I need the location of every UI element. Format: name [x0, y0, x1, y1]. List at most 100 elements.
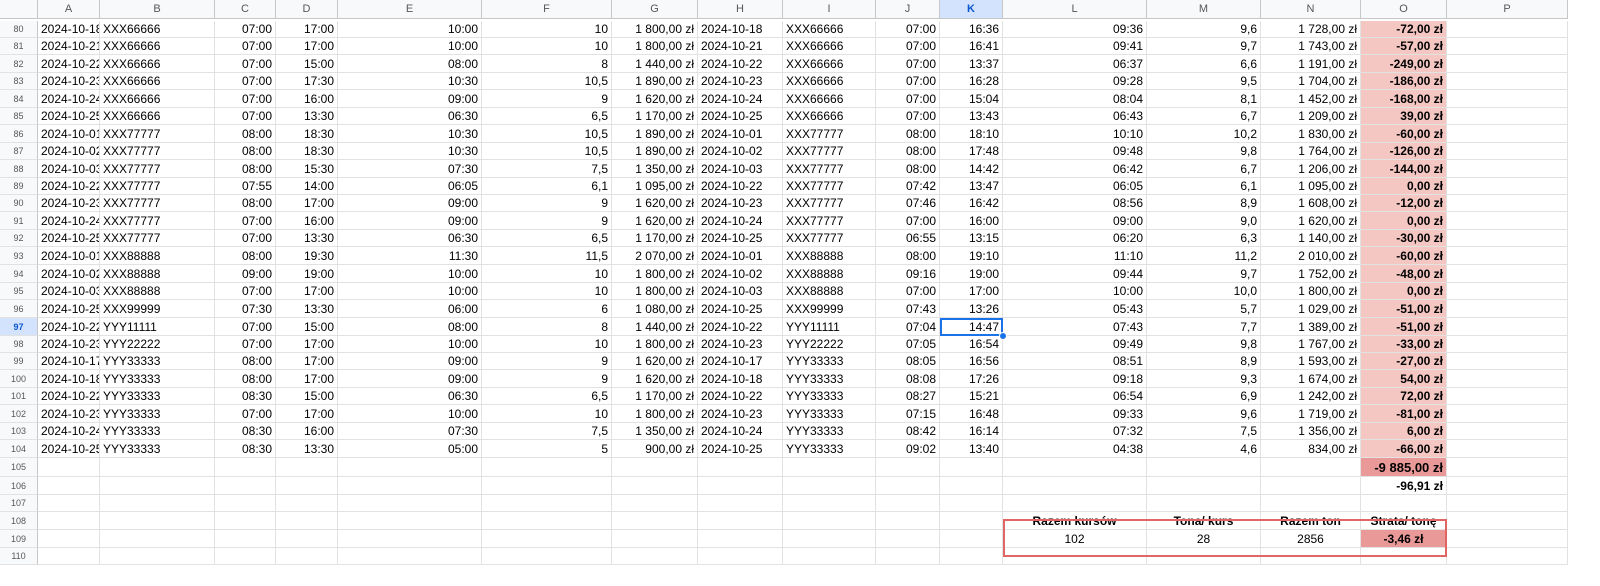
cell-d100[interactable]: 17:00 — [276, 370, 338, 388]
cell-e96[interactable]: 06:00 — [338, 300, 482, 318]
cell-a108[interactable] — [38, 512, 100, 530]
cell-k103[interactable]: 16:14 — [940, 423, 1003, 440]
row-header[interactable]: 98 — [0, 336, 38, 353]
cell-h80[interactable]: 2024-10-18 — [698, 21, 783, 38]
cell-i102[interactable]: YYY33333 — [783, 405, 876, 423]
cell-k86[interactable]: 18:10 — [940, 125, 1003, 143]
cell-k91[interactable]: 16:00 — [940, 212, 1003, 230]
row-header[interactable]: 104 — [0, 440, 38, 458]
cell-b105[interactable] — [100, 458, 215, 477]
cell-i108[interactable] — [783, 512, 876, 530]
cell-l92[interactable]: 06:20 — [1003, 230, 1147, 247]
column-header-p[interactable]: P — [1447, 0, 1568, 19]
cell-c82[interactable]: 07:00 — [215, 55, 276, 73]
cell-c88[interactable]: 08:00 — [215, 160, 276, 178]
cell-j105[interactable] — [876, 458, 940, 477]
cell-n89[interactable]: 1 095,00 zł — [1261, 178, 1361, 195]
row-header[interactable]: 102 — [0, 405, 38, 423]
cell-g108[interactable] — [612, 512, 698, 530]
cell-h108[interactable] — [698, 512, 783, 530]
cell-d101[interactable]: 15:00 — [276, 388, 338, 405]
cell-o96[interactable]: -51,00 zł — [1361, 300, 1447, 318]
row-header[interactable]: 107 — [0, 495, 38, 512]
row-header[interactable]: 110 — [0, 548, 38, 565]
cell-l99[interactable]: 08:51 — [1003, 353, 1147, 370]
cell-f88[interactable]: 7,5 — [482, 160, 612, 178]
cell-i82[interactable]: XXX66666 — [783, 55, 876, 73]
cell-d83[interactable]: 17:30 — [276, 73, 338, 90]
cell-i86[interactable]: XXX77777 — [783, 125, 876, 143]
cell-d109[interactable] — [276, 530, 338, 548]
cell-f90[interactable]: 9 — [482, 195, 612, 212]
cell-h97[interactable]: 2024-10-22 — [698, 318, 783, 336]
cell-m80[interactable]: 9,6 — [1147, 21, 1261, 38]
cell-e86[interactable]: 10:30 — [338, 125, 482, 143]
cell-o105[interactable]: -9 885,00 zł — [1361, 458, 1447, 477]
cell-p103[interactable] — [1447, 423, 1568, 440]
cell-i105[interactable] — [783, 458, 876, 477]
column-header-h[interactable]: H — [698, 0, 783, 19]
cell-g105[interactable] — [612, 458, 698, 477]
cell-b86[interactable]: XXX77777 — [100, 125, 215, 143]
cell-f94[interactable]: 10 — [482, 265, 612, 283]
cell-k85[interactable]: 13:43 — [940, 108, 1003, 125]
cell-e100[interactable]: 09:00 — [338, 370, 482, 388]
cell-l87[interactable]: 09:48 — [1003, 143, 1147, 160]
row-header[interactable]: 85 — [0, 108, 38, 125]
cell-i104[interactable]: YYY33333 — [783, 440, 876, 458]
cell-h87[interactable]: 2024-10-02 — [698, 143, 783, 160]
cell-f80[interactable]: 10 — [482, 21, 612, 38]
cell-h83[interactable]: 2024-10-23 — [698, 73, 783, 90]
cell-a90[interactable]: 2024-10-23 — [38, 195, 100, 212]
cell-c106[interactable] — [215, 477, 276, 495]
cell-n98[interactable]: 1 767,00 zł — [1261, 336, 1361, 353]
cell-g85[interactable]: 1 170,00 zł — [612, 108, 698, 125]
cell-f96[interactable]: 6 — [482, 300, 612, 318]
cell-j96[interactable]: 07:43 — [876, 300, 940, 318]
cell-l93[interactable]: 11:10 — [1003, 247, 1147, 265]
cell-k95[interactable]: 17:00 — [940, 283, 1003, 300]
cell-a86[interactable]: 2024-10-01 — [38, 125, 100, 143]
cell-f93[interactable]: 11,5 — [482, 247, 612, 265]
cell-h100[interactable]: 2024-10-18 — [698, 370, 783, 388]
cell-d110[interactable] — [276, 548, 338, 565]
cell-m98[interactable]: 9,8 — [1147, 336, 1261, 353]
cell-j90[interactable]: 07:46 — [876, 195, 940, 212]
cell-l94[interactable]: 09:44 — [1003, 265, 1147, 283]
cell-g84[interactable]: 1 620,00 zł — [612, 90, 698, 108]
cell-g90[interactable]: 1 620,00 zł — [612, 195, 698, 212]
row-header[interactable]: 96 — [0, 300, 38, 318]
cell-g109[interactable] — [612, 530, 698, 548]
cell-c92[interactable]: 07:00 — [215, 230, 276, 247]
cell-b99[interactable]: YYY33333 — [100, 353, 215, 370]
cell-d104[interactable]: 13:30 — [276, 440, 338, 458]
cell-e80[interactable]: 10:00 — [338, 21, 482, 38]
cell-f99[interactable]: 9 — [482, 353, 612, 370]
column-header-g[interactable]: G — [612, 0, 698, 19]
cell-m87[interactable]: 9,8 — [1147, 143, 1261, 160]
cell-n110[interactable] — [1261, 548, 1361, 565]
cell-n84[interactable]: 1 452,00 zł — [1261, 90, 1361, 108]
cell-j107[interactable] — [876, 495, 940, 512]
cell-k110[interactable] — [940, 548, 1003, 565]
cell-l101[interactable]: 06:54 — [1003, 388, 1147, 405]
cell-o98[interactable]: -33,00 zł — [1361, 336, 1447, 353]
cell-l109[interactable]: 102 — [1003, 530, 1147, 548]
cell-l90[interactable]: 08:56 — [1003, 195, 1147, 212]
cell-a102[interactable]: 2024-10-23 — [38, 405, 100, 423]
cell-o90[interactable]: -12,00 zł — [1361, 195, 1447, 212]
cell-j91[interactable]: 07:00 — [876, 212, 940, 230]
cell-p105[interactable] — [1447, 458, 1568, 477]
cell-g93[interactable]: 2 070,00 zł — [612, 247, 698, 265]
cell-d103[interactable]: 16:00 — [276, 423, 338, 440]
cell-p95[interactable] — [1447, 283, 1568, 300]
cell-a95[interactable]: 2024-10-03 — [38, 283, 100, 300]
cell-c81[interactable]: 07:00 — [215, 38, 276, 55]
cell-h88[interactable]: 2024-10-03 — [698, 160, 783, 178]
cell-a84[interactable]: 2024-10-24 — [38, 90, 100, 108]
cell-f109[interactable] — [482, 530, 612, 548]
cell-m105[interactable] — [1147, 458, 1261, 477]
cell-j101[interactable]: 08:27 — [876, 388, 940, 405]
cell-j82[interactable]: 07:00 — [876, 55, 940, 73]
cell-n86[interactable]: 1 830,00 zł — [1261, 125, 1361, 143]
